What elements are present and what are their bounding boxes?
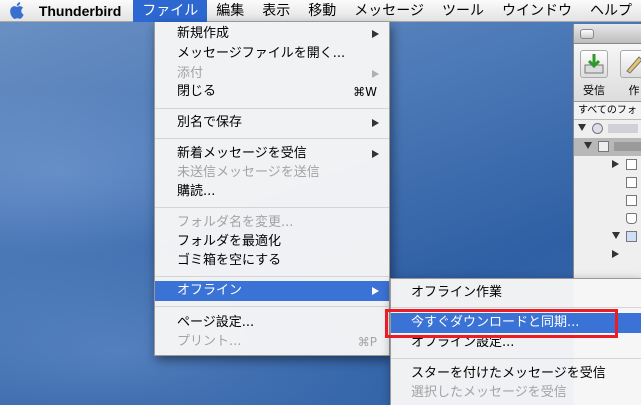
submenu-arrow-icon xyxy=(372,287,379,295)
menu-item-save-as[interactable]: 別名で保存 xyxy=(155,113,389,133)
menu-separator xyxy=(391,358,641,359)
menu-item-get-selected[interactable]: 選択したメッセージを受信 xyxy=(391,383,641,403)
get-mail-button[interactable]: 受信 xyxy=(578,50,610,98)
menu-separator xyxy=(155,138,389,139)
folder-row[interactable] xyxy=(574,246,641,264)
menu-item-attach[interactable]: 添付 xyxy=(155,64,389,84)
menu-separator xyxy=(155,276,389,277)
folder-inbox-row[interactable] xyxy=(574,138,641,156)
menu-item-print[interactable]: プリント... ⌘P xyxy=(155,332,389,352)
menu-item-label: プリント... xyxy=(177,334,242,349)
menu-separator xyxy=(155,207,389,208)
menu-item-label: オフライン xyxy=(177,283,243,298)
offline-submenu: オフライン作業 今すぐダウンロードと同期... オフライン設定... スターを付… xyxy=(390,278,641,405)
menu-item-label: 新規作成 xyxy=(177,26,230,41)
menu-item-label: 選択したメッセージを受信 xyxy=(411,385,567,400)
submenu-arrow-icon xyxy=(372,70,379,78)
get-mail-label: 受信 xyxy=(583,84,605,97)
folder-row[interactable] xyxy=(574,174,641,192)
shortcut-label: ⌘W xyxy=(353,85,377,99)
trash-icon xyxy=(626,213,637,224)
menu-window[interactable]: ウインドウ xyxy=(493,0,581,22)
toolbar-toggle-button[interactable] xyxy=(580,28,594,39)
menu-help[interactable]: ヘルプ xyxy=(581,0,641,22)
folder-icon xyxy=(626,231,637,242)
menu-item-label: メッセージファイルを開く... xyxy=(177,46,346,61)
folder-row[interactable] xyxy=(574,192,641,210)
menu-item-label: フォルダを最適化 xyxy=(177,234,282,249)
menu-item-label: 閉じる xyxy=(177,84,217,99)
menu-file[interactable]: ファイル xyxy=(133,0,208,22)
menu-view[interactable]: 表示 xyxy=(253,0,299,22)
apple-menu-icon[interactable] xyxy=(0,0,33,22)
menu-item-label: スターを付けたメッセージを受信 xyxy=(411,366,606,381)
redacted-account-name xyxy=(608,124,638,133)
expand-triangle-icon[interactable] xyxy=(578,124,586,131)
shortcut-label: ⌘P xyxy=(357,335,377,349)
menu-item-compact-folders[interactable]: フォルダを最適化 xyxy=(155,232,389,252)
compose-icon xyxy=(620,50,641,78)
menu-separator xyxy=(155,108,389,109)
folder-pane-header[interactable]: すべてのフォ xyxy=(574,102,641,120)
window-titlebar xyxy=(574,24,641,44)
main-toolbar: 受信 作 xyxy=(574,44,641,102)
menu-item-new[interactable]: 新規作成 xyxy=(155,24,389,44)
menu-tools[interactable]: ツール xyxy=(433,0,493,22)
menu-item-work-offline[interactable]: オフライン作業 xyxy=(391,283,641,303)
menu-edit[interactable]: 編集 xyxy=(207,0,253,22)
menu-item-label: 添付 xyxy=(177,66,204,81)
menu-item-download-sync-now[interactable]: 今すぐダウンロードと同期... xyxy=(391,313,641,333)
menu-item-rename-folder[interactable]: フォルダ名を変更... xyxy=(155,213,389,233)
inbox-icon xyxy=(598,141,609,152)
menu-go[interactable]: 移動 xyxy=(299,0,345,22)
menu-item-label: 今すぐダウンロードと同期... xyxy=(411,315,580,330)
menu-item-empty-trash[interactable]: ゴミ箱を空にする xyxy=(155,251,389,271)
write-button[interactable]: 作 xyxy=(618,50,641,98)
menu-item-label: オフライン作業 xyxy=(411,285,503,300)
menu-separator xyxy=(155,306,389,307)
folder-account-row[interactable] xyxy=(574,120,641,138)
file-menu: 新規作成 メッセージファイルを開く... 添付 閉じる ⌘W 別名で保存 新着メ… xyxy=(154,22,390,356)
menu-item-subscribe[interactable]: 購読... xyxy=(155,182,389,202)
menu-item-open-message-file[interactable]: メッセージファイルを開く... xyxy=(155,44,389,64)
folder-row[interactable] xyxy=(574,156,641,174)
submenu-arrow-icon xyxy=(372,30,379,38)
menu-item-label: フォルダ名を変更... xyxy=(177,215,294,230)
menu-item-label: ゴミ箱を空にする xyxy=(177,253,282,268)
drafts-icon xyxy=(626,177,637,188)
menu-item-get-new-messages[interactable]: 新着メッセージを受信 xyxy=(155,144,389,164)
expand-triangle-icon[interactable] xyxy=(612,232,620,239)
menu-item-label: 別名で保存 xyxy=(177,115,243,130)
menu-item-offline-settings[interactable]: オフライン設定... xyxy=(391,333,641,353)
folder-row[interactable] xyxy=(574,228,641,246)
menu-item-get-starred[interactable]: スターを付けたメッセージを受信 xyxy=(391,364,641,384)
write-label: 作 xyxy=(628,84,640,97)
collapse-triangle-icon[interactable] xyxy=(612,250,619,258)
menu-app-name[interactable]: Thunderbird xyxy=(33,0,133,22)
menu-item-label: 新着メッセージを受信 xyxy=(177,146,307,161)
download-icon xyxy=(580,50,608,78)
redacted-folder-name xyxy=(614,142,641,151)
folder-icon xyxy=(626,159,637,170)
menu-item-close[interactable]: 閉じる ⌘W xyxy=(155,82,389,102)
menu-item-page-setup[interactable]: ページ設定... xyxy=(155,313,389,333)
expand-triangle-icon[interactable] xyxy=(584,142,592,149)
menu-item-label: ページ設定... xyxy=(177,315,255,330)
submenu-arrow-icon xyxy=(372,119,379,127)
menu-item-label: 未送信メッセージを送信 xyxy=(177,165,320,180)
menu-separator xyxy=(391,307,641,308)
templates-icon xyxy=(626,195,637,206)
collapse-triangle-icon[interactable] xyxy=(612,160,619,168)
menu-item-label: 購読... xyxy=(177,184,216,199)
menu-item-label: オフライン設定... xyxy=(411,335,515,350)
menu-message[interactable]: メッセージ xyxy=(345,0,433,22)
submenu-arrow-icon xyxy=(372,150,379,158)
menu-bar: Thunderbird ファイル 編集 表示 移動 メッセージ ツール ウインド… xyxy=(0,0,641,22)
menu-item-offline[interactable]: オフライン xyxy=(155,281,389,301)
account-icon xyxy=(592,123,603,134)
folder-row[interactable] xyxy=(574,210,641,228)
menu-item-send-unsent[interactable]: 未送信メッセージを送信 xyxy=(155,163,389,183)
